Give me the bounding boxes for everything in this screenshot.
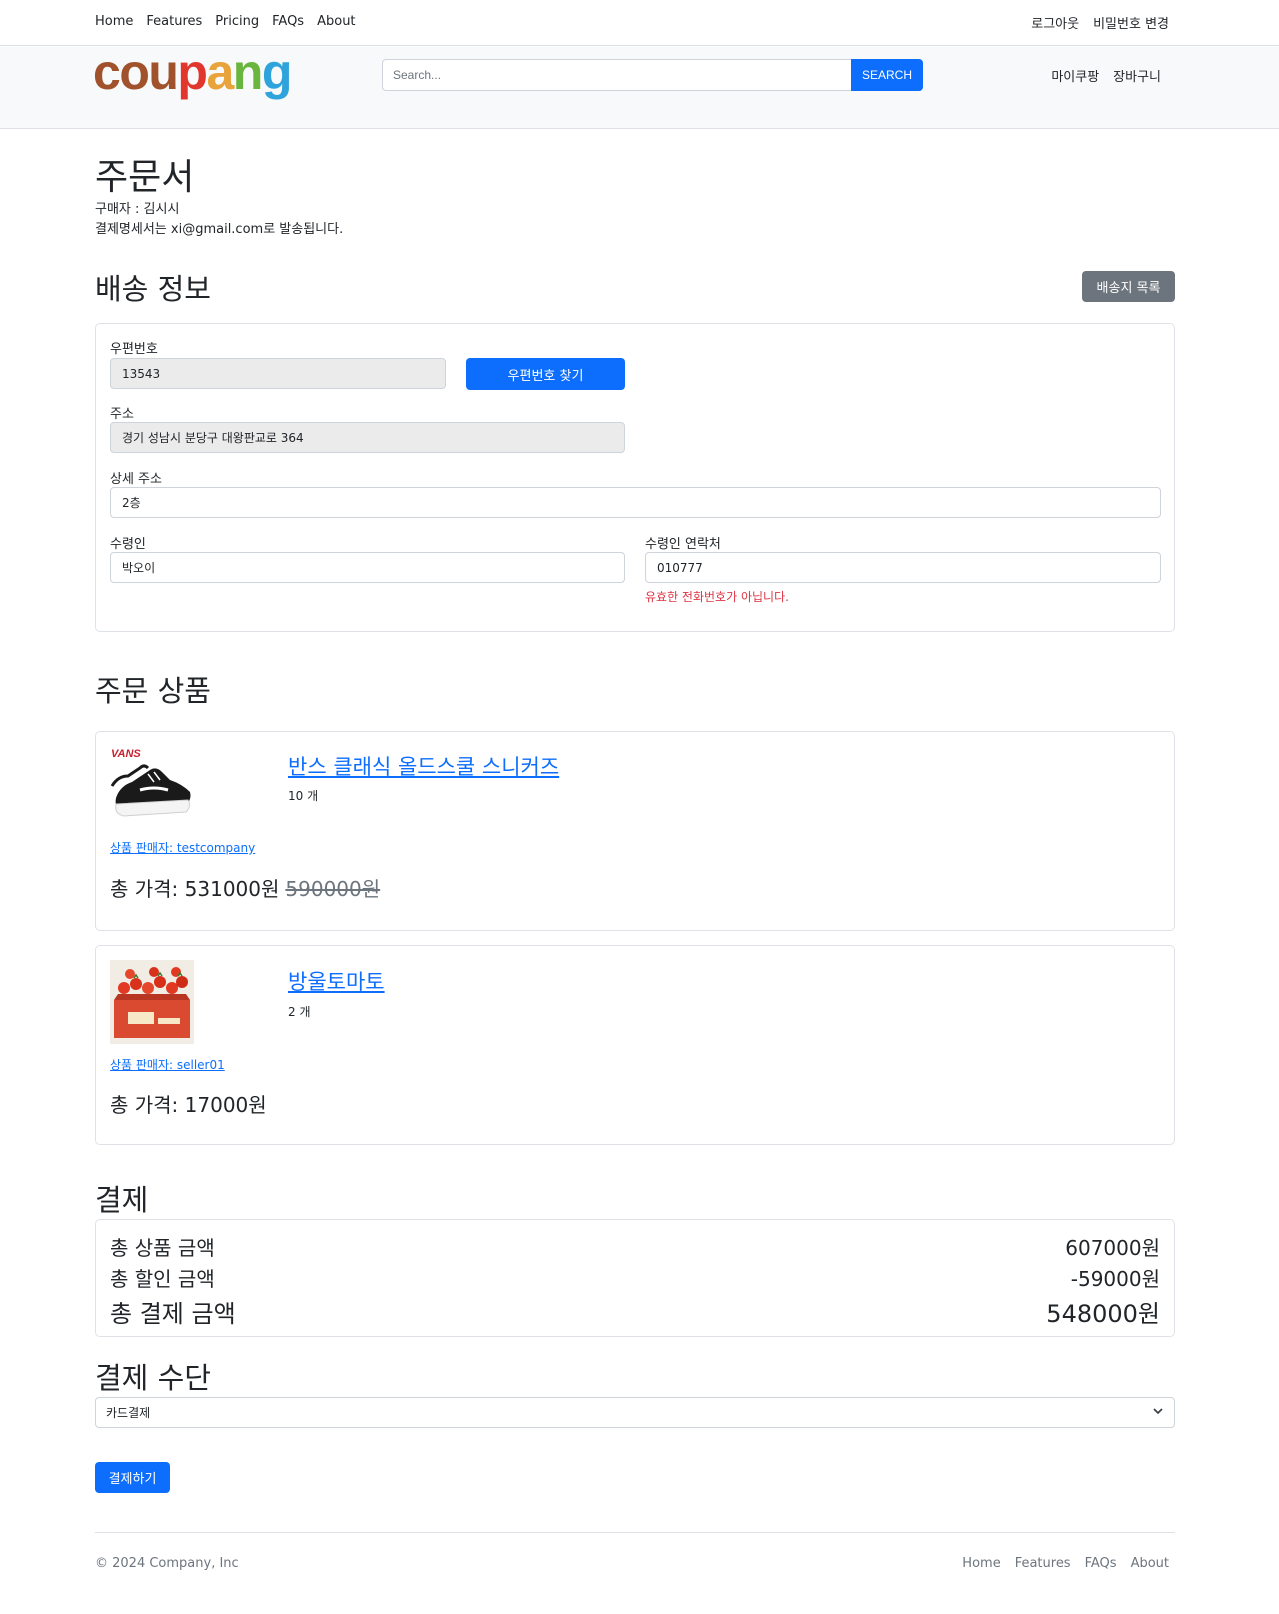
payment-method-selected: 카드결제: [106, 1406, 151, 1420]
original-price: 590000원: [285, 877, 381, 901]
total-product-amount-label: 총 상품 금액: [110, 1236, 215, 1260]
copyright-text: © 2024 Company, Inc: [95, 1556, 239, 1571]
coupang-logo[interactable]: coupang: [93, 47, 292, 97]
chevron-down-icon: [1152, 1405, 1164, 1420]
auth-links: 로그아웃 비밀번호 변경: [1031, 13, 1169, 32]
detail-address-field[interactable]: [110, 487, 1161, 518]
svg-text:VANS: VANS: [111, 748, 141, 760]
buyer-info: 구매자 : 김시시: [95, 202, 180, 217]
total-product-amount-value: 607000원: [1065, 1236, 1160, 1260]
payment-method-title: 결제 수단: [95, 1361, 211, 1395]
product-total-price: 총 가격: 17000원: [110, 1093, 267, 1117]
product-card: 방울토마토 2 개 상품 판매자: seller01 총 가격: 17000원: [95, 945, 1175, 1145]
tomato-box-image: [110, 960, 194, 1044]
total-payment-label: 총 결제 금액: [110, 1300, 236, 1328]
product-quantity: 2 개: [288, 1005, 311, 1019]
product-card: VANS 반스 클래식 올드스쿨 스니커즈 10 개 상품 판매자: testc…: [95, 731, 1175, 931]
nav-link-home[interactable]: Home: [95, 14, 133, 29]
total-discount-value: -59000원: [1070, 1267, 1160, 1291]
payment-summary-card: 총 상품 금액 607000원 총 할인 금액 -59000원 총 결제 금액 …: [95, 1219, 1175, 1337]
postcode-label: 우편번호: [110, 342, 158, 357]
search-button[interactable]: SEARCH: [851, 59, 923, 91]
top-nav-links: Home Features Pricing FAQs About: [95, 14, 356, 29]
page-title: 주문서: [95, 157, 195, 198]
nav-link-faqs[interactable]: FAQs: [272, 14, 304, 29]
footer-link-about[interactable]: About: [1131, 1556, 1169, 1571]
product-name-link[interactable]: 반스 클래식 올드스쿨 스니커즈: [288, 751, 559, 781]
phone-error-message: 유효한 전화번호가 아닙니다.: [645, 590, 789, 604]
address-field[interactable]: [110, 422, 625, 453]
recipient-phone-field[interactable]: [645, 552, 1161, 583]
product-name-link[interactable]: 방울토마토: [288, 966, 385, 996]
pay-button[interactable]: 결제하기: [95, 1462, 170, 1493]
footer-link-home[interactable]: Home: [962, 1556, 1000, 1571]
payment-section-title: 결제: [95, 1183, 149, 1217]
product-quantity: 10 개: [288, 789, 319, 803]
top-navbar: Home Features Pricing FAQs About 로그아웃 비밀…: [0, 0, 1279, 46]
detail-address-label: 상세 주소: [110, 472, 162, 487]
change-password-link[interactable]: 비밀번호 변경: [1093, 13, 1169, 32]
sneaker-image: VANS: [110, 746, 194, 830]
cart-link[interactable]: 장바구니: [1113, 66, 1161, 85]
footer-link-features[interactable]: Features: [1015, 1556, 1071, 1571]
product-total-price: 총 가격: 531000원 590000원: [110, 877, 381, 901]
product-seller-link[interactable]: 상품 판매자: testcompany: [110, 839, 255, 856]
address-label: 주소: [110, 407, 134, 422]
total-discount-label: 총 할인 금액: [110, 1267, 215, 1291]
product-seller-link[interactable]: 상품 판매자: seller01: [110, 1056, 225, 1073]
products-section-title: 주문 상품: [95, 674, 211, 708]
payment-method-select[interactable]: 카드결제: [95, 1397, 1175, 1428]
header-user-links: 마이쿠팡 장바구니: [1051, 66, 1161, 85]
address-list-button[interactable]: 배송지 목록: [1082, 271, 1175, 302]
postcode-field[interactable]: [110, 358, 446, 389]
discounted-price: 17000원: [184, 1093, 267, 1117]
receipt-notice: 결제명세서는 xi@gmail.com로 발송됩니다.: [95, 222, 344, 237]
footer-link-faqs[interactable]: FAQs: [1085, 1556, 1117, 1571]
shipping-card: 우편번호 우편번호 찾기 주소 상세 주소 수령인 수령인 연락처 유효한 전화…: [95, 323, 1175, 632]
footer-divider: [95, 1532, 1175, 1533]
recipient-field[interactable]: [110, 552, 625, 583]
site-header: coupang SEARCH 마이쿠팡 장바구니: [0, 47, 1279, 129]
recipient-label: 수령인: [110, 537, 146, 552]
total-payment-value: 548000원: [1046, 1300, 1160, 1328]
nav-link-features[interactable]: Features: [146, 14, 202, 29]
discounted-price: 531000원: [184, 877, 280, 901]
nav-link-pricing[interactable]: Pricing: [215, 14, 259, 29]
find-postcode-button[interactable]: 우편번호 찾기: [466, 358, 625, 390]
nav-link-about[interactable]: About: [317, 14, 355, 29]
search-input[interactable]: [382, 59, 852, 91]
shipping-section-title: 배송 정보: [95, 272, 211, 306]
logout-link[interactable]: 로그아웃: [1031, 13, 1079, 32]
footer-links: Home Features FAQs About: [962, 1556, 1169, 1571]
mypage-link[interactable]: 마이쿠팡: [1051, 66, 1099, 85]
recipient-phone-label: 수령인 연락처: [645, 537, 721, 552]
